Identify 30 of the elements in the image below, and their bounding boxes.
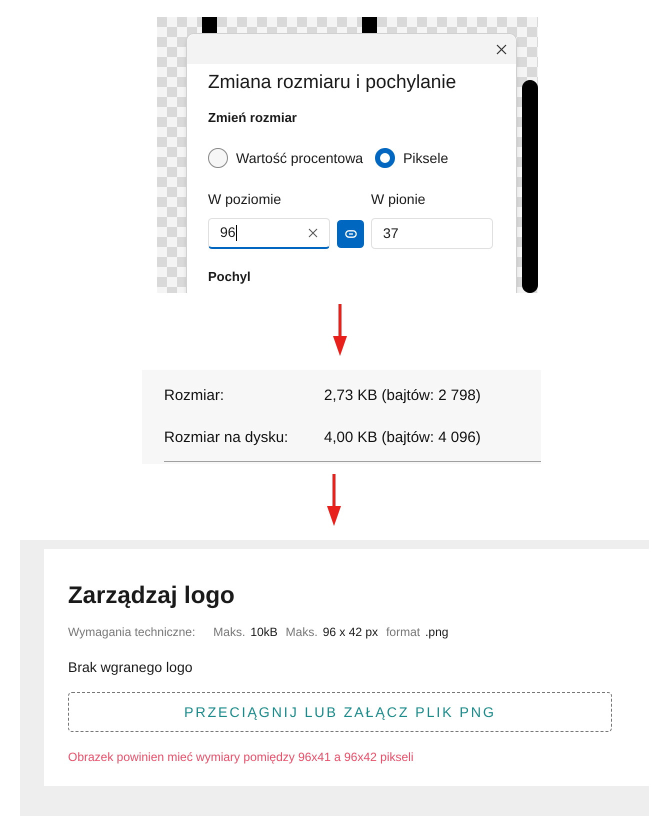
clear-icon[interactable] bbox=[308, 228, 318, 238]
link-button[interactable] bbox=[337, 220, 364, 248]
requirement-label: Maks. bbox=[286, 624, 318, 641]
requirement-value: 96 x 42 px bbox=[322, 624, 378, 641]
close-icon[interactable] bbox=[496, 44, 507, 54]
section-heading: Zmień rozmiar bbox=[208, 109, 298, 127]
card-title: Zarządzaj logo bbox=[68, 581, 236, 611]
requirement-label: Maks. bbox=[213, 624, 246, 641]
property-value: 4,00 KB (bajtów: 4 096) bbox=[324, 428, 481, 448]
requirement-label: format bbox=[386, 624, 420, 641]
status-text: Brak wgranego logo bbox=[68, 658, 194, 677]
section-heading: Pochyl bbox=[208, 268, 252, 286]
number-field[interactable]: 96 bbox=[208, 218, 330, 248]
number-field[interactable]: 37 bbox=[371, 218, 493, 248]
requirement-value: 10kB bbox=[250, 624, 278, 641]
property-label: Rozmiar na dysku: bbox=[164, 428, 290, 448]
property-label: Rozmiar: bbox=[164, 386, 226, 406]
field-label: W poziomie bbox=[208, 190, 282, 209]
radio-option[interactable]: Wartość procentowa bbox=[208, 148, 364, 168]
file-dropzone[interactable]: PRZECIĄGNIJ LUB ZAŁĄCZ PLIK PNG bbox=[68, 692, 612, 732]
property-value: 2,73 KB (bajtów: 2 798) bbox=[324, 386, 481, 406]
requirement-value: .png bbox=[425, 624, 448, 641]
radio-option[interactable]: Piksele bbox=[375, 148, 448, 168]
link-icon bbox=[344, 230, 356, 238]
field-label: W pionie bbox=[371, 190, 426, 209]
requirements-label: Wymagania techniczne: bbox=[68, 624, 196, 641]
down-arrow-icon bbox=[327, 474, 341, 526]
down-arrow-icon bbox=[333, 304, 347, 356]
error-message: Obrazek powinien mieć wymiary pomiędzy 96x41 a 96x42 pikseli bbox=[68, 749, 414, 766]
dialog-title: Zmiana rozmiaru i pochylanie bbox=[208, 71, 458, 95]
